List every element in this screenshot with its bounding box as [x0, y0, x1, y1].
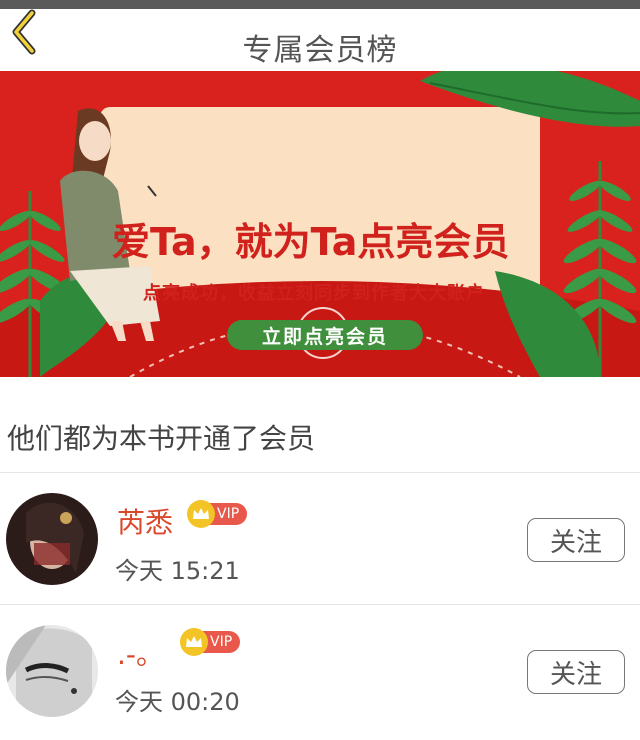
banner-subtitle: 点亮成功，收益立刻同步到作者大大账户 — [143, 283, 485, 304]
follow-button[interactable]: 关注 — [527, 650, 625, 694]
vip-badge: VIP — [187, 500, 248, 528]
activate-membership-button[interactable]: 立即点亮会员 — [227, 320, 423, 350]
section-title: 他们都为本书开通了会员 — [7, 422, 316, 455]
membership-banner[interactable]: 爱Ta，就为Ta点亮会员 点亮成功，收益立刻同步到作者大大账户 立即点亮会员 — [0, 71, 640, 377]
banner-card — [100, 107, 540, 307]
avatar[interactable] — [6, 493, 98, 585]
list-item: .-。 VIP 今天 00:20 关注 — [0, 605, 640, 735]
banner-headline: 爱Ta，就为Ta点亮会员 — [112, 220, 510, 264]
list-item: 芮悉 VIP 今天 15:21 关注 — [0, 473, 640, 603]
vip-badge: VIP — [180, 628, 241, 656]
page-title: 专属会员榜 — [242, 33, 398, 68]
member-time: 今天 15:21 — [115, 557, 240, 585]
nav-bar: 专属会员榜 — [0, 9, 640, 71]
status-bar — [0, 0, 640, 9]
crown-icon — [180, 628, 208, 656]
member-time: 今天 00:20 — [115, 688, 240, 716]
follow-button[interactable]: 关注 — [527, 518, 625, 562]
member-name[interactable]: 芮悉 — [117, 501, 173, 541]
crown-icon — [187, 500, 215, 528]
member-name[interactable]: .-。 — [117, 633, 164, 673]
avatar[interactable] — [6, 625, 98, 717]
